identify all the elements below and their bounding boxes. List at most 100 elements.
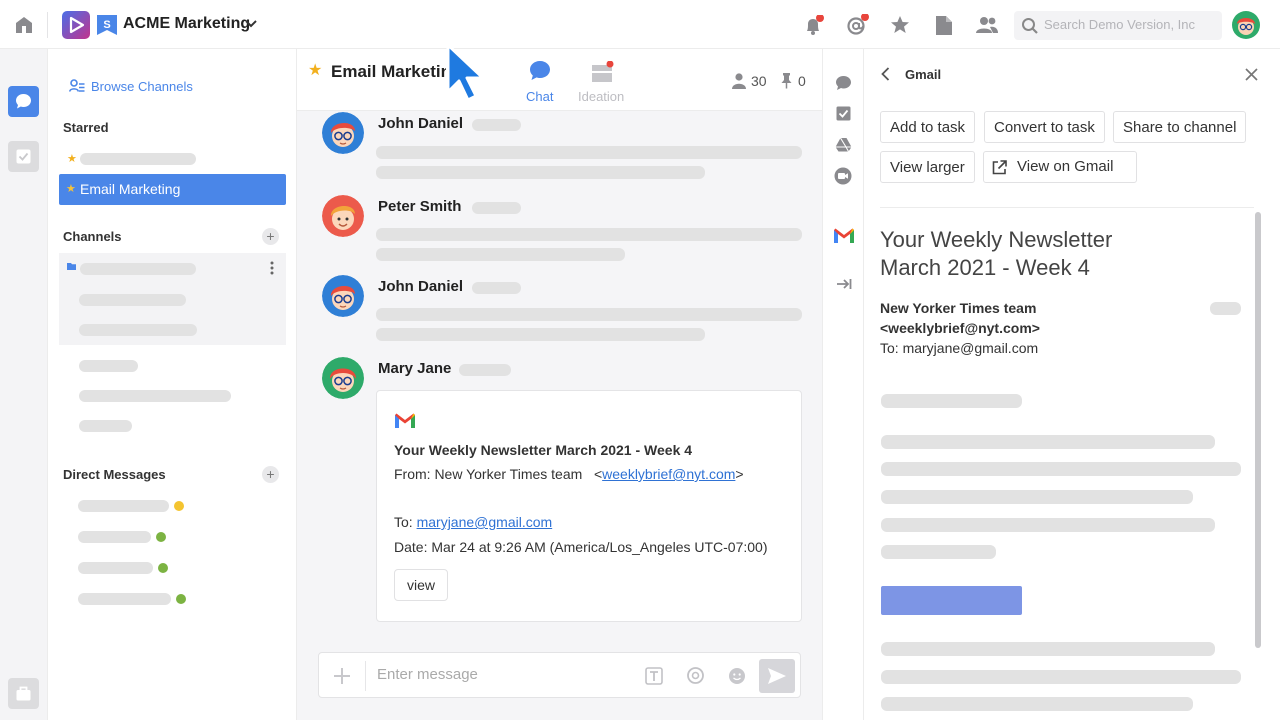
message-line-placeholder [376, 328, 705, 341]
message-composer [318, 652, 801, 698]
channel-placeholder[interactable] [79, 324, 197, 336]
body-line-placeholder [881, 435, 1215, 449]
divider [880, 207, 1254, 208]
app-logo-icon[interactable] [62, 11, 90, 39]
tab-chat[interactable]: Chat [517, 60, 563, 108]
message-input[interactable] [377, 666, 637, 683]
message-author[interactable]: Peter Smith [378, 198, 461, 215]
channel-placeholder[interactable] [79, 360, 138, 372]
dm-placeholder[interactable] [78, 500, 169, 512]
tab-label: Ideation [578, 89, 625, 104]
notification-bell-icon[interactable] [803, 15, 825, 37]
star-icon[interactable]: ★ [308, 60, 322, 80]
convert-to-task-button[interactable]: Convert to task [984, 111, 1105, 143]
search-input[interactable] [1044, 17, 1214, 32]
dm-placeholder[interactable] [78, 562, 153, 574]
add-to-task-button[interactable]: Add to task [880, 111, 976, 143]
external-link-icon [992, 160, 1007, 175]
tab-label: Chat [526, 89, 554, 104]
newsletter-title-line1: Your Weekly Newsletter [880, 227, 1113, 252]
body-line-placeholder [881, 490, 1193, 504]
email-card: Your Weekly Newsletter March 2021 - Week… [376, 390, 802, 622]
tab-ideation[interactable]: Ideation [575, 59, 631, 107]
chevron-down-icon[interactable] [245, 19, 257, 29]
body-line-placeholder [881, 642, 1215, 656]
mention-icon[interactable] [686, 666, 705, 685]
message-author[interactable]: Mary Jane [378, 360, 451, 377]
browse-channels-link[interactable]: Browse Channels [91, 79, 193, 94]
avatar[interactable] [322, 195, 364, 237]
browse-channels-icon [69, 79, 85, 93]
email-to-link[interactable]: maryjane@gmail.com [417, 514, 553, 530]
workspace-name[interactable]: ACME Marketing [123, 15, 250, 33]
newsletter-cta-placeholder[interactable] [881, 586, 1022, 615]
avatar[interactable] [322, 112, 364, 154]
chat-bubble-icon[interactable] [835, 75, 852, 91]
sidebar-item-label: Email Marketing [80, 181, 181, 197]
view-button[interactable]: view [394, 569, 448, 601]
home-icon[interactable] [14, 15, 34, 34]
emoji-icon[interactable] [728, 667, 746, 685]
avatar[interactable] [322, 275, 364, 317]
sender-name: New Yorker Times team [880, 300, 1037, 316]
message-author[interactable]: John Daniel [378, 115, 463, 132]
close-icon[interactable] [1245, 68, 1258, 81]
more-options-icon[interactable] [270, 261, 274, 275]
gmail-icon[interactable] [833, 227, 855, 244]
checkbox-icon[interactable] [836, 106, 851, 121]
add-dm-button[interactable]: + [262, 466, 279, 483]
google-drive-icon[interactable] [835, 137, 852, 152]
newsletter-title-line2: March 2021 - Week 4 [880, 255, 1090, 280]
chat-rail-button[interactable] [8, 86, 39, 117]
sidebar-item-email-marketing[interactable]: ★ Email Marketing [59, 174, 286, 205]
folder-icon [67, 263, 76, 270]
search-bar[interactable] [1014, 11, 1222, 40]
channel-placeholder[interactable] [80, 263, 196, 275]
chat-bubble-icon [529, 60, 551, 81]
text-format-icon[interactable] [645, 667, 663, 685]
body-line-placeholder [881, 394, 1022, 408]
back-chevron-icon[interactable] [881, 67, 890, 81]
apps-rail-button[interactable] [8, 678, 39, 709]
message-author[interactable]: John Daniel [378, 278, 463, 295]
send-button[interactable] [759, 659, 795, 693]
plus-icon[interactable] [333, 667, 351, 685]
mentions-icon[interactable] [846, 14, 870, 36]
email-from-label: From: New Yorker Times team [394, 466, 583, 482]
dm-placeholder[interactable] [78, 593, 171, 605]
send-icon [767, 666, 787, 686]
channel-placeholder[interactable] [79, 420, 132, 432]
timestamp-placeholder [472, 202, 521, 214]
view-larger-button[interactable]: View larger [880, 151, 975, 183]
video-call-icon[interactable] [834, 167, 852, 185]
files-icon[interactable] [935, 15, 953, 36]
avatar[interactable] [322, 357, 364, 399]
briefcase-icon [16, 685, 31, 701]
share-to-channel-button[interactable]: Share to channel [1113, 111, 1247, 143]
sender-email: <weeklybrief@nyt.com> [880, 320, 1040, 336]
status-online-indicator [156, 532, 166, 542]
email-from-link[interactable]: weeklybrief@nyt.com [602, 466, 735, 482]
timestamp-placeholder [472, 282, 521, 294]
contacts-icon[interactable] [976, 16, 998, 34]
collapse-panel-icon[interactable] [836, 278, 852, 290]
channel-placeholder[interactable] [79, 390, 231, 402]
tasks-rail-button[interactable] [8, 141, 39, 172]
scrollbar[interactable] [1255, 212, 1261, 648]
user-avatar[interactable] [1232, 11, 1260, 39]
checkbox-icon [16, 149, 31, 164]
star-icon: ★ [67, 153, 77, 165]
add-channel-button[interactable]: + [262, 228, 279, 245]
star-icon[interactable] [890, 15, 910, 35]
view-on-gmail-button[interactable]: View on Gmail [983, 151, 1137, 183]
pin-icon[interactable] [781, 72, 792, 89]
channel-title: Email Marketing [331, 62, 446, 81]
channel-placeholder[interactable] [79, 294, 186, 306]
members-icon[interactable] [732, 73, 746, 89]
starred-channel-placeholder[interactable] [80, 153, 196, 165]
message-line-placeholder [376, 228, 802, 241]
direct-messages-heading: Direct Messages [63, 467, 166, 482]
divider [365, 661, 366, 691]
dm-placeholder[interactable] [78, 531, 151, 543]
body-line-placeholder [881, 670, 1241, 684]
